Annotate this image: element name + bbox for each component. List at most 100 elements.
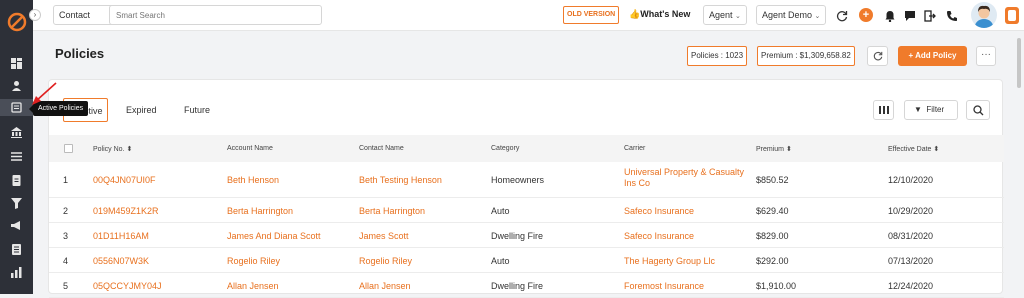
effective-date-cell: 08/31/2020 [888,231,934,241]
filter-label: Filter [926,105,945,114]
reports-icon[interactable] [11,267,22,278]
table-row[interactable]: 2 019M459Z1K2R Berta Harrington Berta Ha… [49,198,1004,223]
megaphone-icon[interactable] [11,220,22,231]
app-switcher-icon[interactable] [1005,7,1019,24]
policy-number-link[interactable]: 0556N07W3K [93,256,149,266]
column-header[interactable]: Premium ⬍ [756,145,792,153]
chat-icon[interactable] [904,9,916,21]
policy-number-link[interactable]: 05QCCYJMY04J [93,281,162,291]
contact-name-link[interactable]: Allan Jensen [359,281,411,291]
chevron-down-icon: ⌄ [814,13,821,20]
sidebar [0,0,33,294]
carrier-link[interactable]: Safeco Insurance [624,206,754,216]
premium-cell: $829.00 [756,231,789,241]
funnel-icon[interactable] [11,198,22,209]
tab-expired[interactable]: Expired [126,98,157,122]
category-cell: Auto [491,256,510,266]
scrollbar[interactable] [1017,38,1021,88]
agent-role-select[interactable]: Agent ⌄ [703,5,747,25]
annotation-arrow [32,82,57,105]
policy-number-link[interactable]: 019M459Z1K2R [93,206,159,216]
whats-new-label: What's New [640,9,691,19]
quick-add-button[interactable]: + [859,8,873,22]
sidebar-toggle-button[interactable]: › [29,9,41,21]
list-icon[interactable] [11,151,22,162]
account-name-link[interactable]: James And Diana Scott [227,231,321,241]
category-cell: Dwelling Fire [491,231,544,241]
effective-date-cell: 10/29/2020 [888,206,934,216]
add-policy-button[interactable]: + Add Policy [898,46,967,66]
column-header: Contact Name [359,145,404,152]
agent-demo-label: Agent Demo [762,10,813,20]
agent-account-select[interactable]: Agent Demo ⌄ [756,5,827,25]
search-button[interactable] [966,100,990,120]
policy-number-link[interactable]: 00Q4JN07UI0F [93,175,156,185]
contact-name-link[interactable]: James Scott [359,231,409,241]
premium-cell: $629.40 [756,206,789,216]
columns-icon [879,106,889,114]
logout-icon[interactable] [924,9,936,22]
contact-name-link[interactable]: Berta Harrington [359,206,425,216]
search-icon [973,105,984,116]
logo[interactable] [7,12,27,32]
account-name-link[interactable]: Beth Henson [227,175,279,185]
contact-select-label: Contact [59,10,91,20]
category-cell: Auto [491,206,510,216]
table-row[interactable]: 5 05QCCYJMY04J Allan Jensen Allan Jensen… [49,273,1004,298]
carrier-link[interactable]: The Hagerty Group Llc [624,256,754,266]
account-name-link[interactable]: Allan Jensen [227,281,279,291]
select-all-checkbox[interactable] [64,144,73,153]
table-row[interactable]: 3 01D11H16AM James And Diana Scott James… [49,223,1004,248]
tab-future[interactable]: Future [184,98,210,122]
effective-date-cell: 12/24/2020 [888,281,934,291]
old-version-button[interactable]: OLD VERSION [563,6,620,24]
phone-icon[interactable] [946,9,958,21]
bank-icon[interactable] [11,127,22,138]
page-title: Policies [55,46,105,61]
account-name-link[interactable]: Rogelio Riley [227,256,280,266]
effective-date-cell: 12/10/2020 [888,175,934,185]
row-index: 1 [63,175,69,185]
column-header[interactable]: Policy No. ⬍ [93,145,132,153]
contacts-icon[interactable] [11,80,22,91]
refresh-icon [873,51,883,61]
more-options-button[interactable]: ··· [976,46,996,66]
sort-icon: ⬍ [785,146,792,153]
contact-name-link[interactable]: Beth Testing Henson [359,175,442,185]
sync-icon[interactable] [836,9,848,22]
table-row[interactable]: 4 0556N07W3K Rogelio Riley Rogelio Riley… [49,248,1004,273]
filter-button[interactable]: ▼ Filter [904,100,958,120]
user-avatar[interactable] [971,2,997,28]
row-index: 2 [63,206,69,216]
column-effective-date: Effective Date [888,146,932,153]
whats-new-link[interactable]: 👍What's New [629,9,690,20]
premium-total-badge: Premium : $1,309,658.82 [757,46,855,66]
row-index: 5 [63,281,69,291]
policies-count-badge: Policies : 1023 [687,46,748,66]
carrier-link[interactable]: Safeco Insurance [624,231,754,241]
bell-icon[interactable] [884,9,896,23]
premium-cell: $292.00 [756,256,789,266]
carrier-link[interactable]: Universal Property & Casualty Ins Co [624,167,754,189]
premium-cell: $850.52 [756,175,789,185]
notes-icon[interactable] [11,244,22,255]
topbar: Contact ⌄ OLD VERSION 👍What's New Agent … [33,0,1024,31]
chevron-down-icon: ⌄ [735,13,741,20]
columns-button[interactable] [873,100,894,120]
contact-name-link[interactable]: Rogelio Riley [359,256,412,266]
sort-icon: ⬍ [933,146,940,153]
policy-number-link[interactable]: 01D11H16AM [93,231,149,241]
dashboard-icon[interactable] [11,58,22,69]
agent-select-label: Agent [709,10,733,20]
smart-search-input[interactable] [109,5,322,25]
table-row[interactable]: 1 00Q4JN07UI0F Beth Henson Beth Testing … [49,162,1004,198]
table-header: Policy No. ⬍ Account Name Contact Name C… [49,135,1004,162]
document-icon[interactable] [11,175,22,186]
account-name-link[interactable]: Berta Harrington [227,206,293,216]
column-policy-no: Policy No. [93,146,125,153]
premium-cell: $1,910.00 [756,281,797,291]
sort-icon: ⬍ [126,146,133,153]
column-header[interactable]: Effective Date ⬍ [888,145,939,153]
refresh-button[interactable] [867,46,888,66]
carrier-link[interactable]: Foremost Insurance [624,281,754,291]
